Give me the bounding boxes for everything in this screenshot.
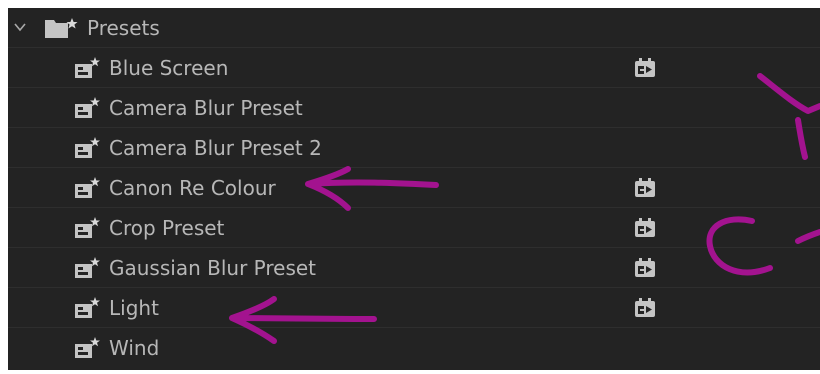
preset-bin-icon — [75, 337, 100, 358]
preset-item-crop-preset[interactable]: Crop Preset — [8, 208, 820, 248]
preset-item-label: Canon Re Colour — [109, 176, 276, 200]
gpu-accelerated-icon — [635, 58, 655, 77]
preset-item-label: Camera Blur Preset 2 — [109, 136, 322, 160]
preset-item-blue-screen[interactable]: Blue Screen — [8, 48, 820, 88]
folder-star-icon — [45, 18, 78, 38]
preset-bin-icon — [75, 297, 100, 318]
preset-item-label: Wind — [109, 336, 160, 360]
preset-item-gaussian-blur-preset[interactable]: Gaussian Blur Preset — [8, 248, 820, 288]
preset-bin-icon — [75, 177, 100, 198]
preset-bin-icon — [75, 137, 100, 158]
preset-bin-icon — [75, 97, 100, 118]
presets-folder-row[interactable]: Presets — [8, 8, 820, 48]
gpu-accelerated-icon — [635, 298, 655, 317]
preset-bin-icon — [75, 217, 100, 238]
effects-panel: Presets Blue Screen Camera Blur Preset C… — [8, 8, 820, 370]
preset-bin-icon — [75, 257, 100, 278]
gpu-accelerated-icon — [635, 258, 655, 277]
preset-item-light[interactable]: Light — [8, 288, 820, 328]
preset-item-wind[interactable]: Wind — [8, 328, 820, 368]
preset-item-label: Gaussian Blur Preset — [109, 256, 317, 280]
chevron-down-icon[interactable] — [14, 21, 26, 33]
preset-item-label: Camera Blur Preset — [109, 96, 303, 120]
preset-item-label: Blue Screen — [109, 56, 229, 80]
presets-folder-label: Presets — [87, 16, 160, 40]
preset-item-camera-blur-preset-2[interactable]: Camera Blur Preset 2 — [8, 128, 820, 168]
preset-item-label: Crop Preset — [109, 216, 225, 240]
preset-bin-icon — [75, 57, 100, 78]
preset-item-camera-blur-preset[interactable]: Camera Blur Preset — [8, 88, 820, 128]
gpu-accelerated-icon — [635, 218, 655, 237]
preset-item-label: Light — [109, 296, 159, 320]
preset-item-canon-re-colour[interactable]: Canon Re Colour — [8, 168, 820, 208]
gpu-accelerated-icon — [635, 178, 655, 197]
